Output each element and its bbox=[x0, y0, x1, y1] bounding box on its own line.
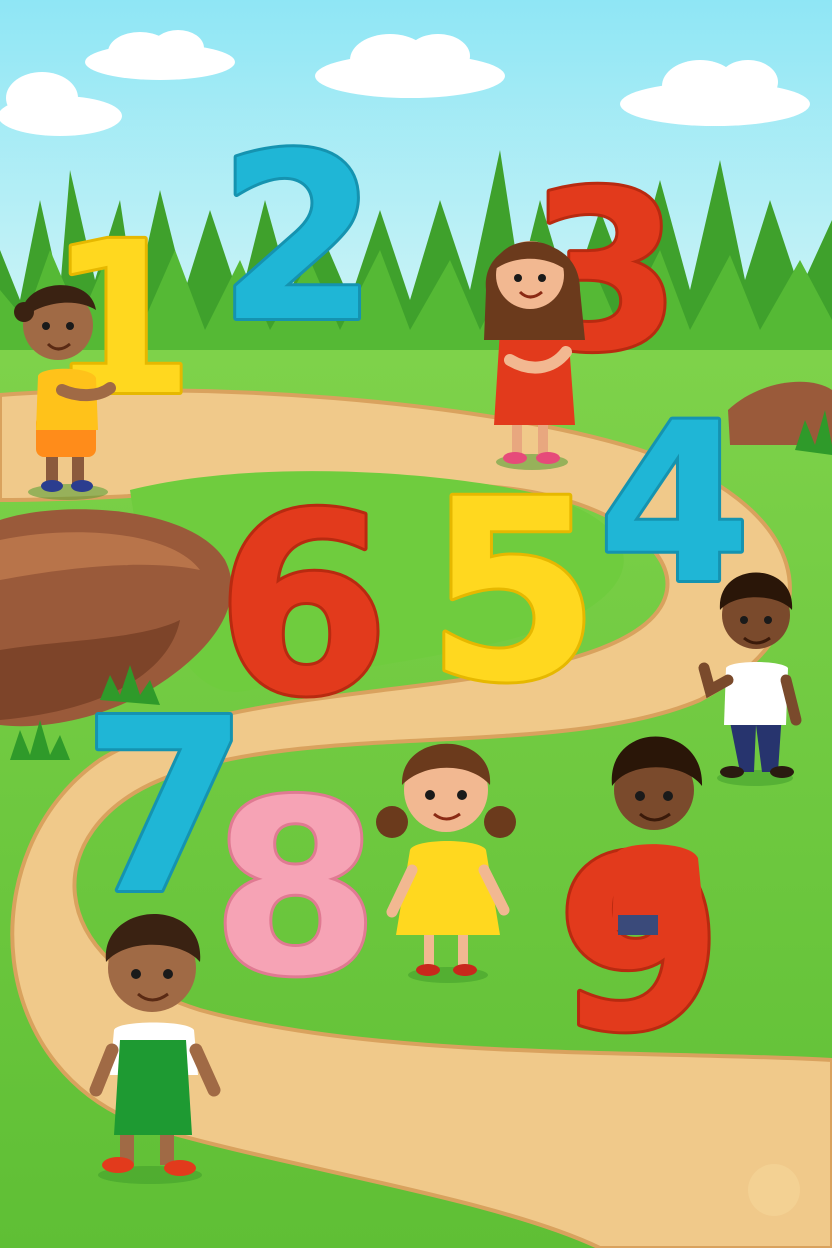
number-path-scene: 1 2 3 4 5 6 7 8 9 bbox=[0, 0, 832, 1248]
number-5: 5 bbox=[426, 446, 600, 737]
watermark-circle bbox=[748, 1164, 800, 1216]
number-8: 8 bbox=[212, 749, 379, 1029]
number-2: 2 bbox=[218, 106, 378, 373]
